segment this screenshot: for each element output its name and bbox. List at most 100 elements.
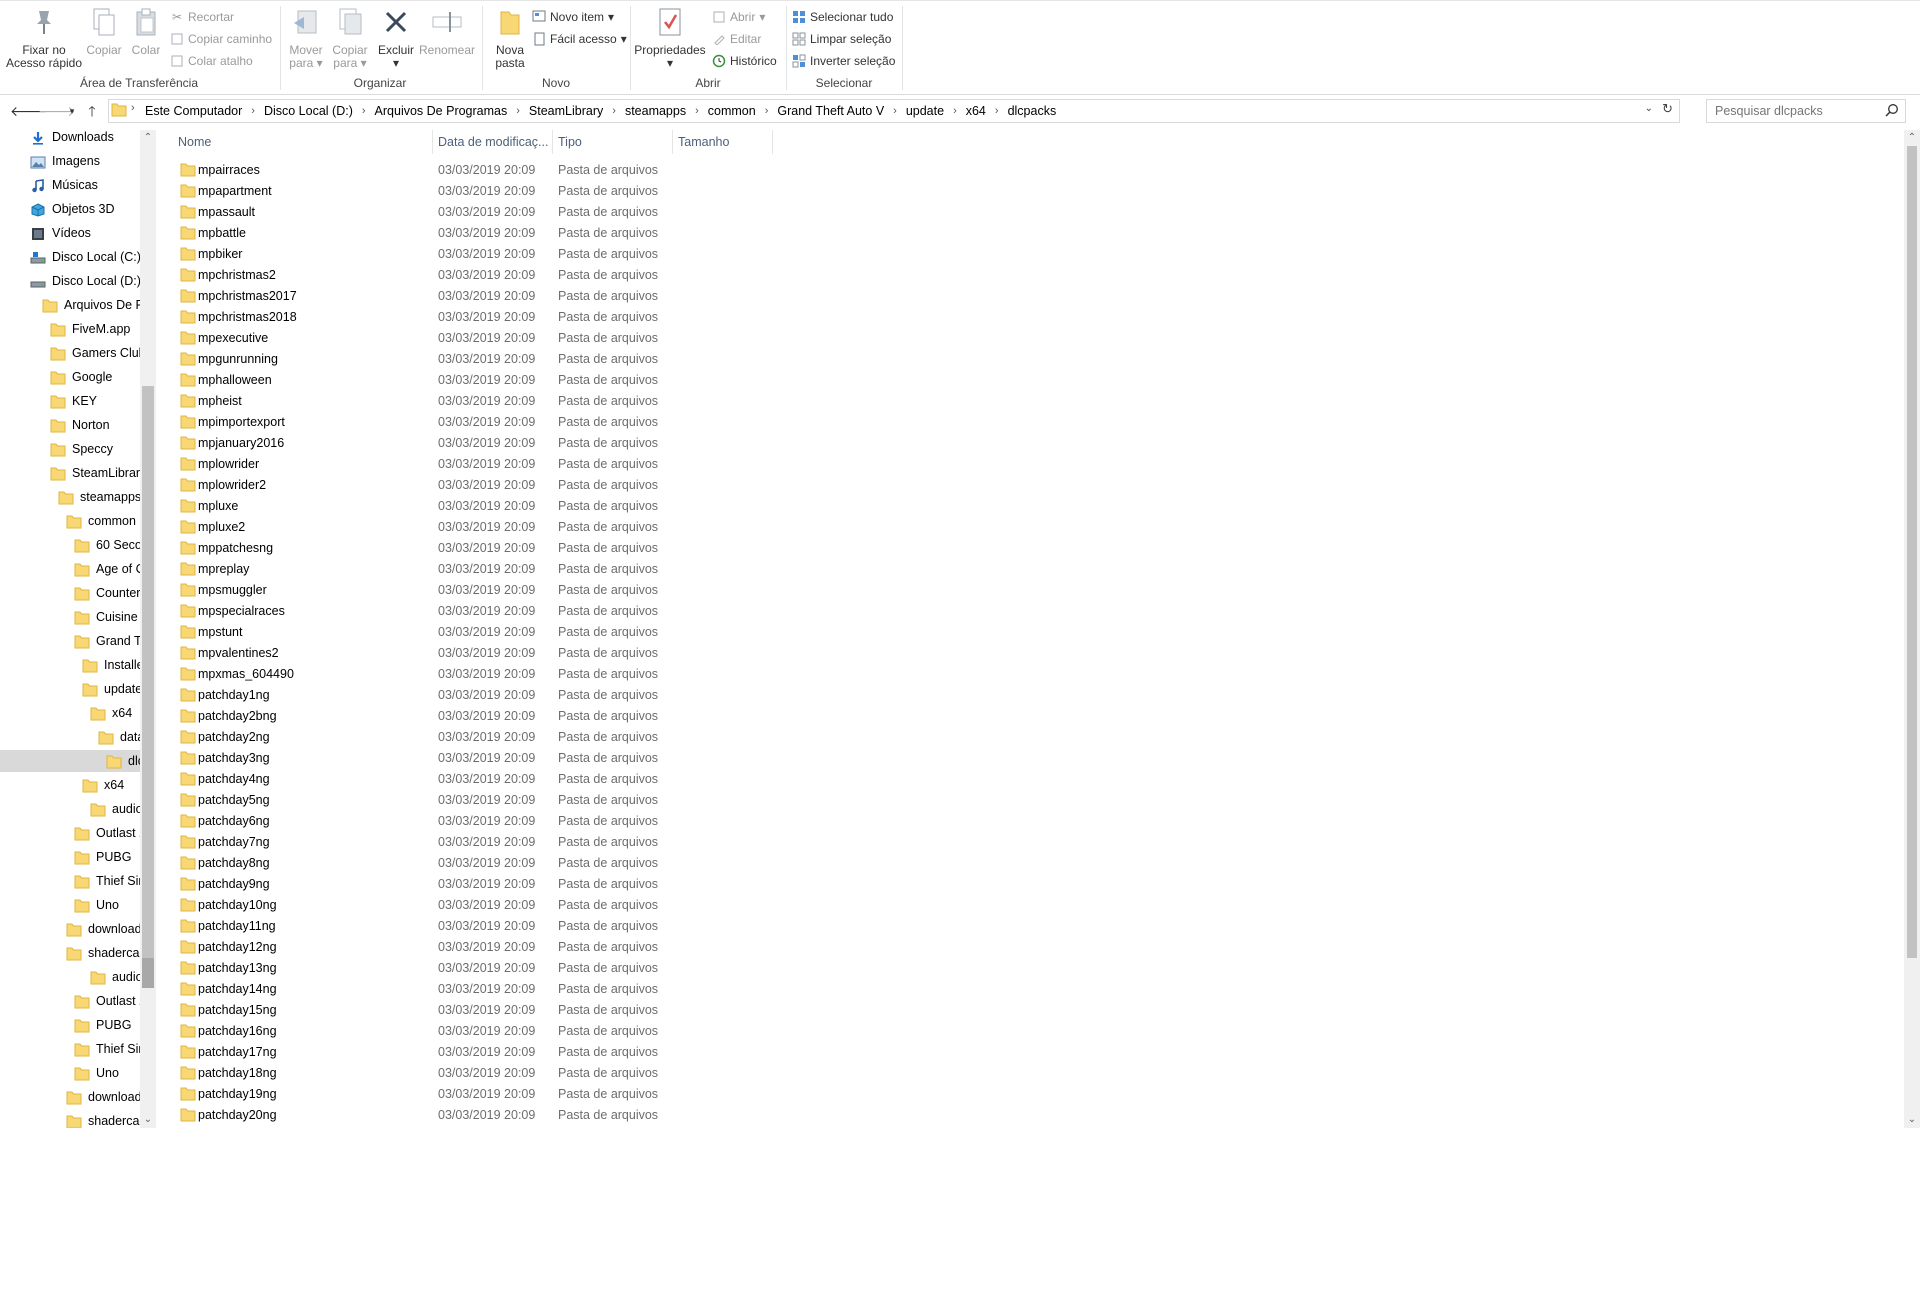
file-row[interactable]: mpchristmas2017 03/03/2019 20:09 Pasta de … (160, 286, 1900, 307)
file-row[interactable]: mpbattle 03/03/2019 20:09 Pasta de arquivo… (160, 223, 1900, 244)
scrollbar-thumb[interactable] (1907, 146, 1917, 958)
forward-button[interactable]: 🡒 (38, 102, 76, 120)
address-bar[interactable]: › Este Computador › Disco Local (D:) › Arqui… (108, 99, 1680, 123)
file-row[interactable]: mpluxe2 03/03/2019 20:09 Pasta de arquivos (160, 517, 1900, 538)
copy-button[interactable]: Copiar (84, 6, 124, 57)
file-row[interactable]: patchday15ng 03/03/2019 20:09 Pasta de arq… (160, 1000, 1900, 1021)
navigation-scrollbar[interactable]: ⌃ ⌄ (140, 130, 156, 1128)
breadcrumb-item[interactable]: Grand Theft Auto V (777, 104, 884, 118)
scroll-down-arrow-icon[interactable]: ⌄ (140, 1112, 156, 1128)
nav-item[interactable]: Gamers Club (0, 342, 140, 364)
back-button[interactable]: 🡐 (10, 102, 48, 120)
file-row[interactable]: mpstunt 03/03/2019 20:09 Pasta de arquivos (160, 622, 1900, 643)
file-row[interactable]: mpxmas_604490 03/03/2019 20:09 Pasta de ar… (160, 664, 1900, 685)
nav-item[interactable]: shadercac (0, 1110, 140, 1128)
file-row[interactable]: mplowrider2 03/03/2019 20:09 Pasta de arqu… (160, 475, 1900, 496)
file-row[interactable]: patchday5ng 03/03/2019 20:09 Pasta de arqu… (160, 790, 1900, 811)
column-divider[interactable] (672, 130, 673, 154)
column-header-size[interactable]: Tamanho (678, 130, 768, 154)
recent-locations-button[interactable]: ▾ (62, 102, 82, 120)
open-button[interactable]: Abrir ▾ (712, 8, 765, 26)
cut-button[interactable]: ✂ Recortar (170, 8, 234, 26)
breadcrumb-chevron-icon[interactable]: › (362, 105, 366, 117)
file-row[interactable]: patchday8ng 03/03/2019 20:09 Pasta de arqu… (160, 853, 1900, 874)
column-header-date[interactable]: Data de modificaç... (438, 130, 550, 154)
file-row[interactable]: mpgunrunning 03/03/2019 20:09 Pasta de arq… (160, 349, 1900, 370)
nav-item[interactable]: Vídeos (0, 222, 140, 244)
breadcrumb-item[interactable]: common (708, 104, 756, 118)
file-row[interactable]: mpexecutive 03/03/2019 20:09 Pasta de arqu… (160, 328, 1900, 349)
file-row[interactable]: mpspecialraces 03/03/2019 20:09 Pasta de a… (160, 601, 1900, 622)
file-row[interactable]: patchday18ng 03/03/2019 20:09 Pasta de arq… (160, 1063, 1900, 1084)
column-divider[interactable] (552, 130, 553, 154)
column-header-type[interactable]: Tipo (558, 130, 668, 154)
file-row[interactable]: mphalloween 03/03/2019 20:09 Pasta de arqu… (160, 370, 1900, 391)
breadcrumb-item[interactable]: dlcpacks (1008, 104, 1057, 118)
paste-button[interactable]: Colar (126, 6, 166, 57)
new-item-button[interactable]: Novo item ▾ (532, 8, 614, 26)
nav-item[interactable]: audio (0, 798, 140, 820)
nav-item[interactable]: Disco Local (D:) (0, 270, 140, 292)
select-none-button[interactable]: Limpar seleção (792, 30, 891, 48)
nav-item[interactable]: Disco Local (C:) (0, 246, 140, 268)
nav-item[interactable]: FiveM.app (0, 318, 140, 340)
breadcrumb-chevron-icon[interactable]: › (893, 105, 897, 117)
file-row[interactable]: patchday9ng 03/03/2019 20:09 Pasta de arqu… (160, 874, 1900, 895)
breadcrumb-chevron-icon[interactable]: › (695, 105, 699, 117)
file-row[interactable]: mplowrider 03/03/2019 20:09 Pasta de arqui… (160, 454, 1900, 475)
file-row[interactable]: patchday17ng 03/03/2019 20:09 Pasta de arq… (160, 1042, 1900, 1063)
nav-item[interactable]: PUBG (0, 1014, 140, 1036)
nav-item[interactable]: x64 (0, 702, 140, 724)
refresh-icon[interactable]: ↻ (1662, 101, 1673, 117)
paste-shortcut-button[interactable]: Colar atalho (170, 52, 253, 70)
scrollbar-thumb-lower[interactable] (142, 958, 154, 988)
scroll-down-arrow-icon[interactable]: ⌄ (1904, 1112, 1920, 1128)
address-dropdown-icon[interactable]: ⌄ (1645, 103, 1653, 114)
file-row[interactable]: patchday20ng 03/03/2019 20:09 Pasta de arq… (160, 1105, 1900, 1126)
scroll-up-arrow-icon[interactable]: ⌃ (1904, 130, 1920, 146)
nav-item[interactable]: shadercac (0, 942, 140, 964)
file-row[interactable]: mpsmuggler 03/03/2019 20:09 Pasta de arqui… (160, 580, 1900, 601)
nav-item[interactable]: Thief Sin (0, 870, 140, 892)
file-row[interactable]: mpassault 03/03/2019 20:09 Pasta de arquiv… (160, 202, 1900, 223)
nav-item[interactable]: Outlast 2 (0, 822, 140, 844)
nav-item[interactable]: x64 (0, 774, 140, 796)
column-divider[interactable] (772, 130, 773, 154)
file-row[interactable]: mpchristmas2018 03/03/2019 20:09 Pasta de … (160, 307, 1900, 328)
pin-quick-access-button[interactable]: Fixar no Acesso rápido (4, 6, 84, 70)
nav-item[interactable]: 60 Secon (0, 534, 140, 556)
file-row[interactable]: mpheist 03/03/2019 20:09 Pasta de arquivos (160, 391, 1900, 412)
file-row[interactable]: patchday6ng 03/03/2019 20:09 Pasta de arqu… (160, 811, 1900, 832)
history-button[interactable]: Histórico (712, 52, 777, 70)
nav-item[interactable]: SteamLibrary (0, 462, 140, 484)
nav-item[interactable]: Thief Sin (0, 1038, 140, 1060)
breadcrumb-chevron-icon[interactable]: › (251, 105, 255, 117)
file-row[interactable]: mppatchesng 03/03/2019 20:09 Pasta de arqu… (160, 538, 1900, 559)
column-header-name[interactable]: Nome (178, 130, 428, 154)
breadcrumb-chevron-icon[interactable]: › (612, 105, 616, 117)
nav-item[interactable]: download (0, 1086, 140, 1108)
scrollbar-thumb[interactable] (142, 386, 154, 978)
nav-item[interactable]: Imagens (0, 150, 140, 172)
easy-access-button[interactable]: Fácil acesso ▾ (532, 30, 627, 48)
file-row[interactable]: mpimportexport 03/03/2019 20:09 Pasta de a… (160, 412, 1900, 433)
nav-item[interactable]: Counter- (0, 582, 140, 604)
file-row[interactable]: patchday13ng 03/03/2019 20:09 Pasta de arq… (160, 958, 1900, 979)
edit-button[interactable]: Editar (712, 30, 761, 48)
rename-button[interactable]: Renomear (418, 6, 476, 57)
file-row[interactable]: patchday3ng 03/03/2019 20:09 Pasta de arqu… (160, 748, 1900, 769)
file-row[interactable]: mpjanuary2016 03/03/2019 20:09 Pasta de ar… (160, 433, 1900, 454)
nav-item[interactable]: Norton (0, 414, 140, 436)
file-row[interactable]: mpapartment 03/03/2019 20:09 Pasta de arqu… (160, 181, 1900, 202)
search-input[interactable] (1713, 103, 1877, 119)
file-row[interactable]: patchday1ng 03/03/2019 20:09 Pasta de arqu… (160, 685, 1900, 706)
scroll-up-arrow-icon[interactable]: ⌃ (140, 130, 156, 146)
nav-item[interactable]: Grand Th (0, 630, 140, 652)
copy-path-button[interactable]: Copiar caminho (170, 30, 272, 48)
breadcrumb-item[interactable]: x64 (966, 104, 986, 118)
file-row[interactable]: mpluxe 03/03/2019 20:09 Pasta de arquivos (160, 496, 1900, 517)
properties-button[interactable]: Propriedades ▾ (634, 6, 706, 70)
file-row[interactable]: patchday11ng 03/03/2019 20:09 Pasta de arq… (160, 916, 1900, 937)
file-row[interactable]: patchday7ng 03/03/2019 20:09 Pasta de arqu… (160, 832, 1900, 853)
breadcrumb-item[interactable]: update (906, 104, 944, 118)
